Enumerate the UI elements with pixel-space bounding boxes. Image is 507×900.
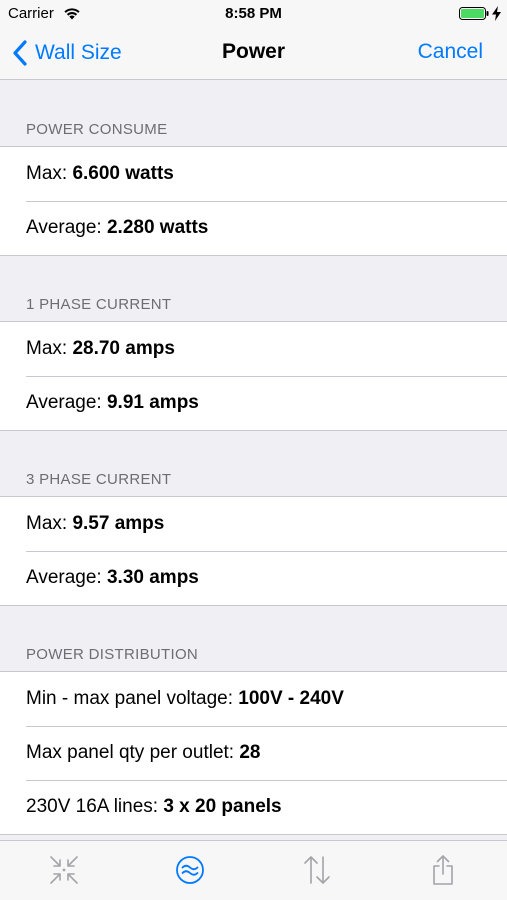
row-panel-qty-per-outlet: Max panel qty per outlet: 28 (0, 726, 507, 780)
approx-power-icon (176, 856, 204, 884)
row-value: 28.70 amps (72, 338, 175, 359)
section-1-phase-current: Max: 28.70 amps Average: 9.91 amps (0, 322, 507, 431)
row-value: 3 x 20 panels (163, 796, 282, 817)
navigation-bar: Wall Size Power Cancel (0, 28, 507, 80)
row-label: Max: (26, 513, 73, 534)
row-value: 2.280 watts (106, 217, 209, 238)
row-230v-lines: 230V 16A lines: 3 x 20 panels (0, 780, 507, 834)
row-value: 100V - 240V (238, 688, 344, 709)
row-power-max: Max: 6.600 watts (0, 147, 507, 201)
section-header-3-phase: 3 PHASE CURRENT (0, 431, 507, 497)
row-value: 9.91 amps (106, 392, 199, 413)
row-3-phase-max: Max: 9.57 amps (0, 497, 507, 551)
power-table: POWER CONSUME Max: 6.600 watts Average: … (0, 81, 507, 840)
row-value: 6.600 watts (72, 163, 174, 184)
section-3-phase-current: Max: 9.57 amps Average: 3.30 amps (0, 497, 507, 606)
row-label: Average: (26, 392, 107, 413)
battery-icon (459, 7, 489, 20)
tab-share[interactable] (426, 853, 460, 887)
charging-bolt-icon (492, 6, 501, 21)
row-1-phase-max: Max: 28.70 amps (0, 322, 507, 376)
row-label: Average: (26, 217, 107, 238)
row-label: Max panel qty per outlet: (26, 742, 240, 763)
row-1-phase-average: Average: 9.91 amps (0, 376, 507, 430)
section-power-consume: Max: 6.600 watts Average: 2.280 watts (0, 147, 507, 256)
cancel-button[interactable]: Cancel (418, 40, 483, 64)
status-bar: Carrier 8:58 PM (0, 0, 507, 28)
row-3-phase-average: Average: 3.30 amps (0, 551, 507, 605)
row-value: 9.57 amps (72, 513, 165, 534)
row-value: 28 (239, 742, 261, 763)
row-power-average: Average: 2.280 watts (0, 201, 507, 255)
up-down-arrows-icon (304, 856, 330, 884)
row-label: Average: (26, 567, 107, 588)
clock: 8:58 PM (225, 5, 282, 22)
screen: Carrier 8:58 PM Wall Size Power Cancel P… (0, 0, 507, 900)
section-power-distribution: Min - max panel voltage: 100V - 240V Max… (0, 672, 507, 835)
row-label: 230V 16A lines: (26, 796, 164, 817)
row-label: Max: (26, 338, 73, 359)
tab-sort[interactable] (300, 853, 334, 887)
tab-bar (0, 840, 507, 900)
section-header-1-phase: 1 PHASE CURRENT (0, 256, 507, 322)
shrink-arrows-icon (50, 856, 78, 884)
tab-wall-size[interactable] (47, 853, 81, 887)
section-header-power-distribution: POWER DISTRIBUTION (0, 606, 507, 672)
share-icon (433, 855, 453, 885)
row-label: Max: (26, 163, 73, 184)
row-label: Min - max panel voltage: (26, 688, 239, 709)
row-value: 3.30 amps (106, 567, 199, 588)
section-header-power-consume: POWER CONSUME (0, 81, 507, 147)
tab-power[interactable] (173, 853, 207, 887)
row-panel-voltage: Min - max panel voltage: 100V - 240V (0, 672, 507, 726)
